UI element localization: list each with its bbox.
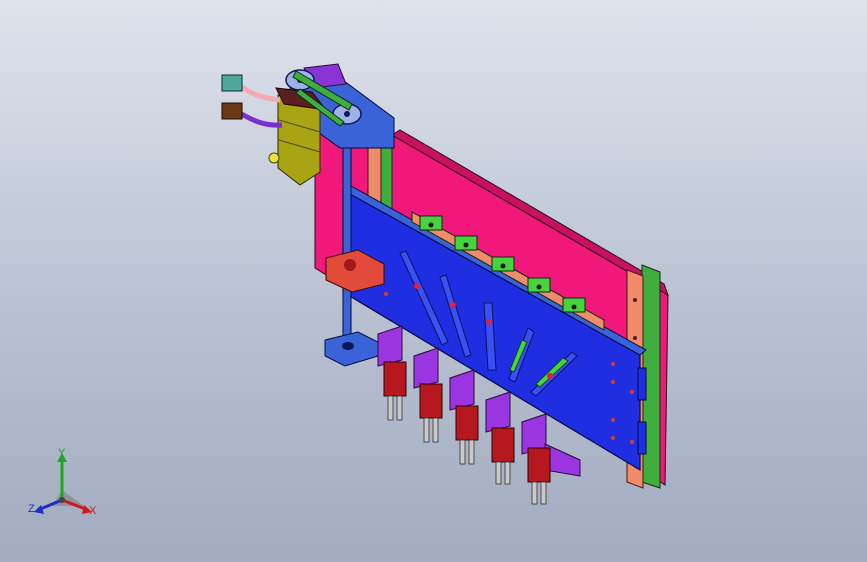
cable-pink[interactable] — [236, 82, 281, 103]
x-axis-label: X — [89, 505, 97, 517]
gripper-1 — [383, 361, 407, 421]
gripper-3 — [455, 405, 479, 465]
connector-brown[interactable] — [221, 102, 243, 120]
coupling-bore — [344, 259, 356, 271]
cad-viewport[interactable]: Y Z X — [0, 0, 867, 562]
cable-purple[interactable] — [236, 109, 283, 128]
cable-clip — [268, 152, 280, 164]
pulley-right-hub — [344, 111, 350, 117]
vertical-shaft[interactable] — [342, 139, 352, 351]
y-axis-label: Y — [58, 447, 66, 459]
connector-teal[interactable] — [221, 74, 243, 92]
assembly-model[interactable] — [0, 0, 867, 562]
gripper-2 — [419, 383, 443, 443]
orientation-triad[interactable]: Y Z X — [22, 448, 108, 524]
z-axis-label: Z — [28, 503, 35, 515]
base-hole — [342, 342, 354, 350]
gripper-5 — [527, 447, 551, 505]
gripper-4 — [491, 427, 515, 485]
